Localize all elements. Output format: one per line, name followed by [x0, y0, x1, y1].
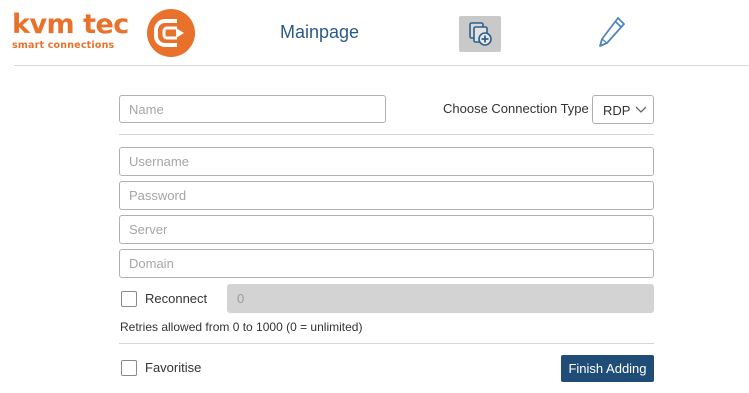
password-input[interactable] [119, 181, 654, 210]
logo-text: kvm tec [12, 9, 129, 40]
favoritise-label[interactable]: Favoritise [145, 360, 201, 375]
logo-mark-icon [147, 9, 195, 57]
add-connection-button[interactable] [459, 16, 501, 52]
finish-adding-button[interactable]: Finish Adding [561, 355, 654, 382]
form-divider-bottom [119, 343, 654, 344]
domain-input[interactable] [119, 249, 654, 278]
connection-type-value: RDP [603, 103, 631, 118]
header-divider [14, 65, 749, 66]
nav-mainpage-link[interactable]: Mainpage [280, 22, 359, 43]
add-connection-icon [469, 22, 492, 46]
chevron-down-icon [635, 102, 647, 119]
pencil-icon [599, 17, 625, 47]
edit-connection-button[interactable] [596, 14, 628, 50]
connection-type-select[interactable]: RDP [592, 95, 654, 124]
server-input[interactable] [119, 215, 654, 244]
favoritise-checkbox[interactable] [121, 360, 137, 376]
logo-tagline: smart connections [12, 40, 115, 51]
connection-type-label: Choose Connection Type [443, 101, 589, 116]
name-input[interactable] [119, 95, 386, 123]
kvm-tec-logo[interactable]: kvm tec smart connections [10, 8, 200, 62]
reconnect-checkbox[interactable] [121, 291, 137, 307]
retries-input[interactable] [227, 284, 654, 313]
username-input[interactable] [119, 147, 654, 176]
header: kvm tec smart connections Mainpage [0, 0, 749, 66]
reconnect-label[interactable]: Reconnect [145, 291, 207, 306]
retries-help-text: Retries allowed from 0 to 1000 (0 = unli… [120, 320, 363, 334]
form-divider [119, 134, 654, 135]
